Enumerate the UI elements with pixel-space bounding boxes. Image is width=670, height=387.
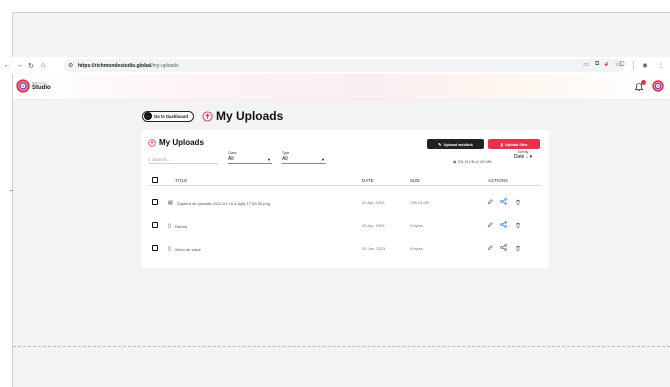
menu-dots-icon[interactable]: ⋮: [656, 60, 666, 70]
logo-mark-icon: [16, 79, 30, 93]
cloud-upload-icon: [202, 110, 213, 122]
browser-toolbar: ← → ↻ ⌂ ⚙ https://richmondestudio.global…: [0, 57, 670, 74]
row-title[interactable]: Captura de pantalla 2023-01-16 a la(s) 1…: [177, 201, 270, 206]
extension-icon[interactable]: ✦: [601, 60, 611, 70]
col-size: SIZE: [410, 178, 421, 183]
class-filter-label: Class: [228, 151, 237, 155]
url-path: /my-uploads: [151, 62, 179, 69]
page-title-text: My Uploads: [215, 109, 284, 123]
go-to-dashboard-button[interactable]: ← Go to Dashboard: [142, 110, 194, 122]
upload-icon: [148, 138, 156, 147]
select-all-checkbox[interactable]: [152, 177, 158, 183]
reload-icon[interactable]: ↻: [26, 61, 36, 71]
share-icon[interactable]: [500, 244, 507, 251]
trash-icon[interactable]: [514, 244, 521, 251]
upload-weblink-label: Upload weblink: [443, 141, 473, 147]
upload-files-button[interactable]: ▮ Upload files: [488, 139, 540, 149]
page-heading: ← Go to Dashboard My Uploads: [142, 109, 283, 123]
address-bar[interactable]: ⚙ https://richmondestudio.global/my-uplo…: [64, 59, 624, 72]
url-host: https://richmondestudio.global: [78, 62, 152, 69]
page-title: My Uploads: [202, 109, 283, 123]
type-filter-value: All: [282, 156, 288, 162]
search-placeholder: Search...: [152, 156, 171, 162]
site-settings-icon[interactable]: ⚙: [68, 62, 78, 69]
image-file-icon: ▤: [168, 200, 173, 206]
table-row[interactable]: ▯ History 25 Apr, 2023 0 bytes: [148, 215, 542, 237]
search-icon: ⌕: [148, 156, 151, 162]
go-to-dashboard-label: Go to Dashboard: [154, 113, 188, 119]
richmond-studio-logo[interactable]: Richmond Studio: [16, 79, 51, 93]
home-icon[interactable]: ⌂: [38, 61, 48, 71]
table-header: TITLE DATE SIZE ACTIONS: [148, 174, 542, 186]
edit-pencil-icon[interactable]: [486, 244, 493, 251]
row-size: 0 bytes: [410, 246, 423, 251]
sort-arrow-icon: ↓ ▾: [525, 154, 533, 160]
translate-icon[interactable]: ⧉: [595, 61, 599, 68]
table-row[interactable]: ▯ Video de clase 03 Jan, 2023 0 bytes: [148, 238, 542, 260]
col-date: DATE: [362, 178, 374, 183]
sort-by-value: Date ↓ ▾: [513, 154, 533, 160]
edit-pencil-icon[interactable]: [486, 198, 493, 205]
type-filter-select[interactable]: Type All ▼: [282, 151, 326, 164]
toolbar-divider: [633, 60, 634, 70]
edit-pencil-icon[interactable]: [486, 221, 493, 228]
row-date: 03 Jan, 2023: [362, 246, 386, 251]
uploads-card: My Uploads ⌕ Search... Class All ▼ Type …: [141, 130, 549, 268]
table-row[interactable]: ▤ Captura de pantalla 2023-01-16 a la(s)…: [148, 192, 542, 214]
storage-icon: ▣: [453, 160, 457, 164]
puzzle-icon[interactable]: ⧠: [617, 60, 627, 70]
logo-big-text: Studio: [32, 84, 51, 91]
user-avatar[interactable]: [652, 80, 664, 92]
card-title-text: My Uploads: [159, 138, 204, 147]
side-marker: [10, 190, 13, 191]
class-filter-value: All: [228, 156, 234, 162]
row-size: 706.15 KB: [410, 200, 429, 205]
app-header: Richmond Studio: [13, 74, 670, 100]
row-title[interactable]: Video de clase: [175, 247, 201, 252]
col-title: TITLE: [175, 178, 188, 183]
forward-arrow-icon[interactable]: →: [14, 61, 24, 71]
caret-down-icon: ▼: [267, 157, 271, 162]
upload-weblink-button[interactable]: ✎ Upload weblink: [427, 139, 484, 149]
storage-quota: ▣ 706.15 KB of 100 MB: [453, 160, 492, 164]
notification-badge: [641, 80, 646, 85]
row-date: 25 Apr, 2023: [362, 200, 385, 205]
outer-frame-top: [0, 0, 670, 12]
share-icon[interactable]: [500, 198, 507, 205]
caret-down-icon: ▼: [321, 157, 325, 162]
class-filter-select[interactable]: Class All ▼: [228, 151, 272, 164]
share-icon[interactable]: [500, 221, 507, 228]
storage-quota-text: 706.15 KB of 100 MB: [457, 160, 492, 164]
row-size: 0 bytes: [410, 223, 423, 228]
row-checkbox[interactable]: [152, 222, 158, 228]
row-checkbox[interactable]: [152, 199, 158, 205]
arrow-left-icon: ←: [144, 112, 152, 120]
page-fold-divider: [13, 346, 670, 347]
profile-icon[interactable]: ◉: [640, 60, 650, 70]
file-icon: ▮: [500, 141, 503, 147]
back-arrow-icon[interactable]: ←: [2, 61, 12, 71]
type-filter-label: Type: [282, 151, 290, 155]
card-title: My Uploads: [148, 138, 204, 147]
row-date: 25 Apr, 2023: [362, 223, 385, 228]
row-checkbox[interactable]: [152, 245, 158, 251]
col-actions: ACTIONS: [488, 178, 509, 183]
upload-files-label: Upload files: [504, 141, 528, 147]
notifications-bell-icon[interactable]: [634, 80, 646, 92]
search-input[interactable]: ⌕ Search...: [148, 155, 218, 164]
document-file-icon: ▯: [168, 223, 171, 229]
document-file-icon: ▯: [168, 246, 171, 252]
trash-icon[interactable]: [514, 221, 521, 228]
cast-icon[interactable]: ▭: [583, 61, 589, 68]
sort-by-select[interactable]: Sort by Date ↓ ▾: [508, 150, 538, 160]
row-title[interactable]: History: [175, 224, 187, 229]
trash-icon[interactable]: [514, 198, 521, 205]
pencil-link-icon: ✎: [438, 141, 442, 147]
